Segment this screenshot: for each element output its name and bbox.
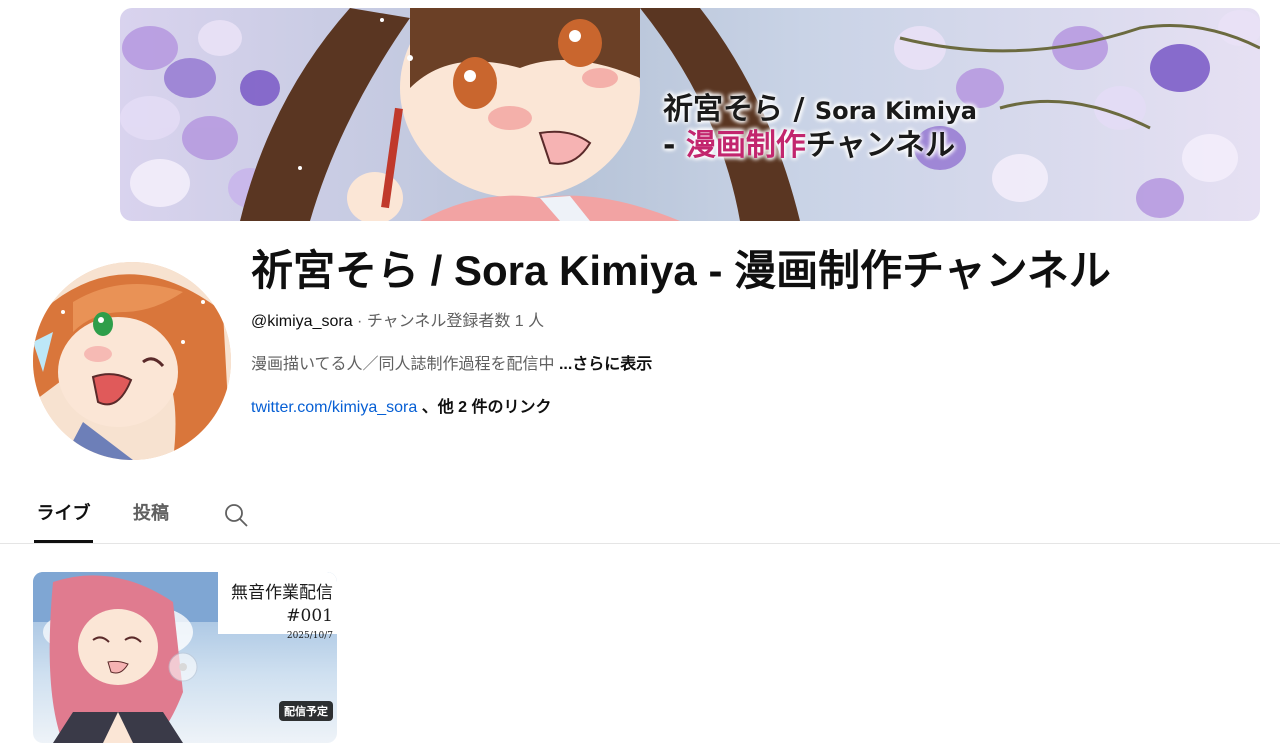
channel-meta: @kimiya_sora · チャンネル登録者数 1 人 [251,307,1251,331]
banner-title-en: Sora Kimiya [814,97,977,125]
tab-posts[interactable]: 投稿 [133,486,169,543]
meta-separator: · [352,313,367,330]
channel-links: twitter.com/kimiya_sora 、他 2 件のリンク [251,393,1251,417]
banner-title: 祈宮そら / Sora Kimiya - 漫画制作チャンネル [663,92,977,164]
avatar-artwork [33,262,231,460]
thumbnail-number: #001 [286,605,333,626]
video-thumbnail[interactable]: 無音作業配信 #001 2025/10/7 配信予定 [33,572,337,743]
channel-description[interactable]: 漫画描いてる人／同人誌制作過程を配信中 ...さらに表示 [251,350,1251,374]
twitter-link[interactable]: twitter.com/kimiya_sora [251,399,417,416]
thumbnail-date: 2025/10/7 [286,630,333,641]
channel-handle: @kimiya_sora [251,313,353,330]
thumbnail-title: 無音作業配信 #001 2025/10/7 [231,582,333,642]
channel-info: 祈宮そら / Sora Kimiya - 漫画制作チャンネル @kimiya_s… [251,244,1251,417]
banner-subtitle-dash: - [663,128,686,163]
subscriber-count: チャンネル登録者数 1 人 [366,313,545,330]
search-icon[interactable] [223,502,249,528]
other-links-button[interactable]: 、他 2 件のリンク [417,399,552,416]
thumbnail-title-text: 無音作業配信 [231,583,333,603]
upcoming-badge: 配信予定 [279,701,333,721]
tab-live[interactable]: ライブ [34,486,93,543]
banner-subtitle-rest: チャンネル [805,128,956,163]
channel-avatar[interactable] [33,262,231,460]
banner-title-jp: 祈宮そら / [663,92,815,127]
channel-banner: 祈宮そら / Sora Kimiya - 漫画制作チャンネル [120,8,1260,221]
banner-subtitle-pink: 漫画制作 [685,128,806,163]
show-more-link[interactable]: ...さらに表示 [559,356,652,373]
channel-tabs: ライブ 投稿 [0,486,1280,544]
channel-name: 祈宮そら / Sora Kimiya - 漫画制作チャンネル [251,247,1111,294]
description-text: 漫画描いてる人／同人誌制作過程を配信中 [251,356,559,373]
